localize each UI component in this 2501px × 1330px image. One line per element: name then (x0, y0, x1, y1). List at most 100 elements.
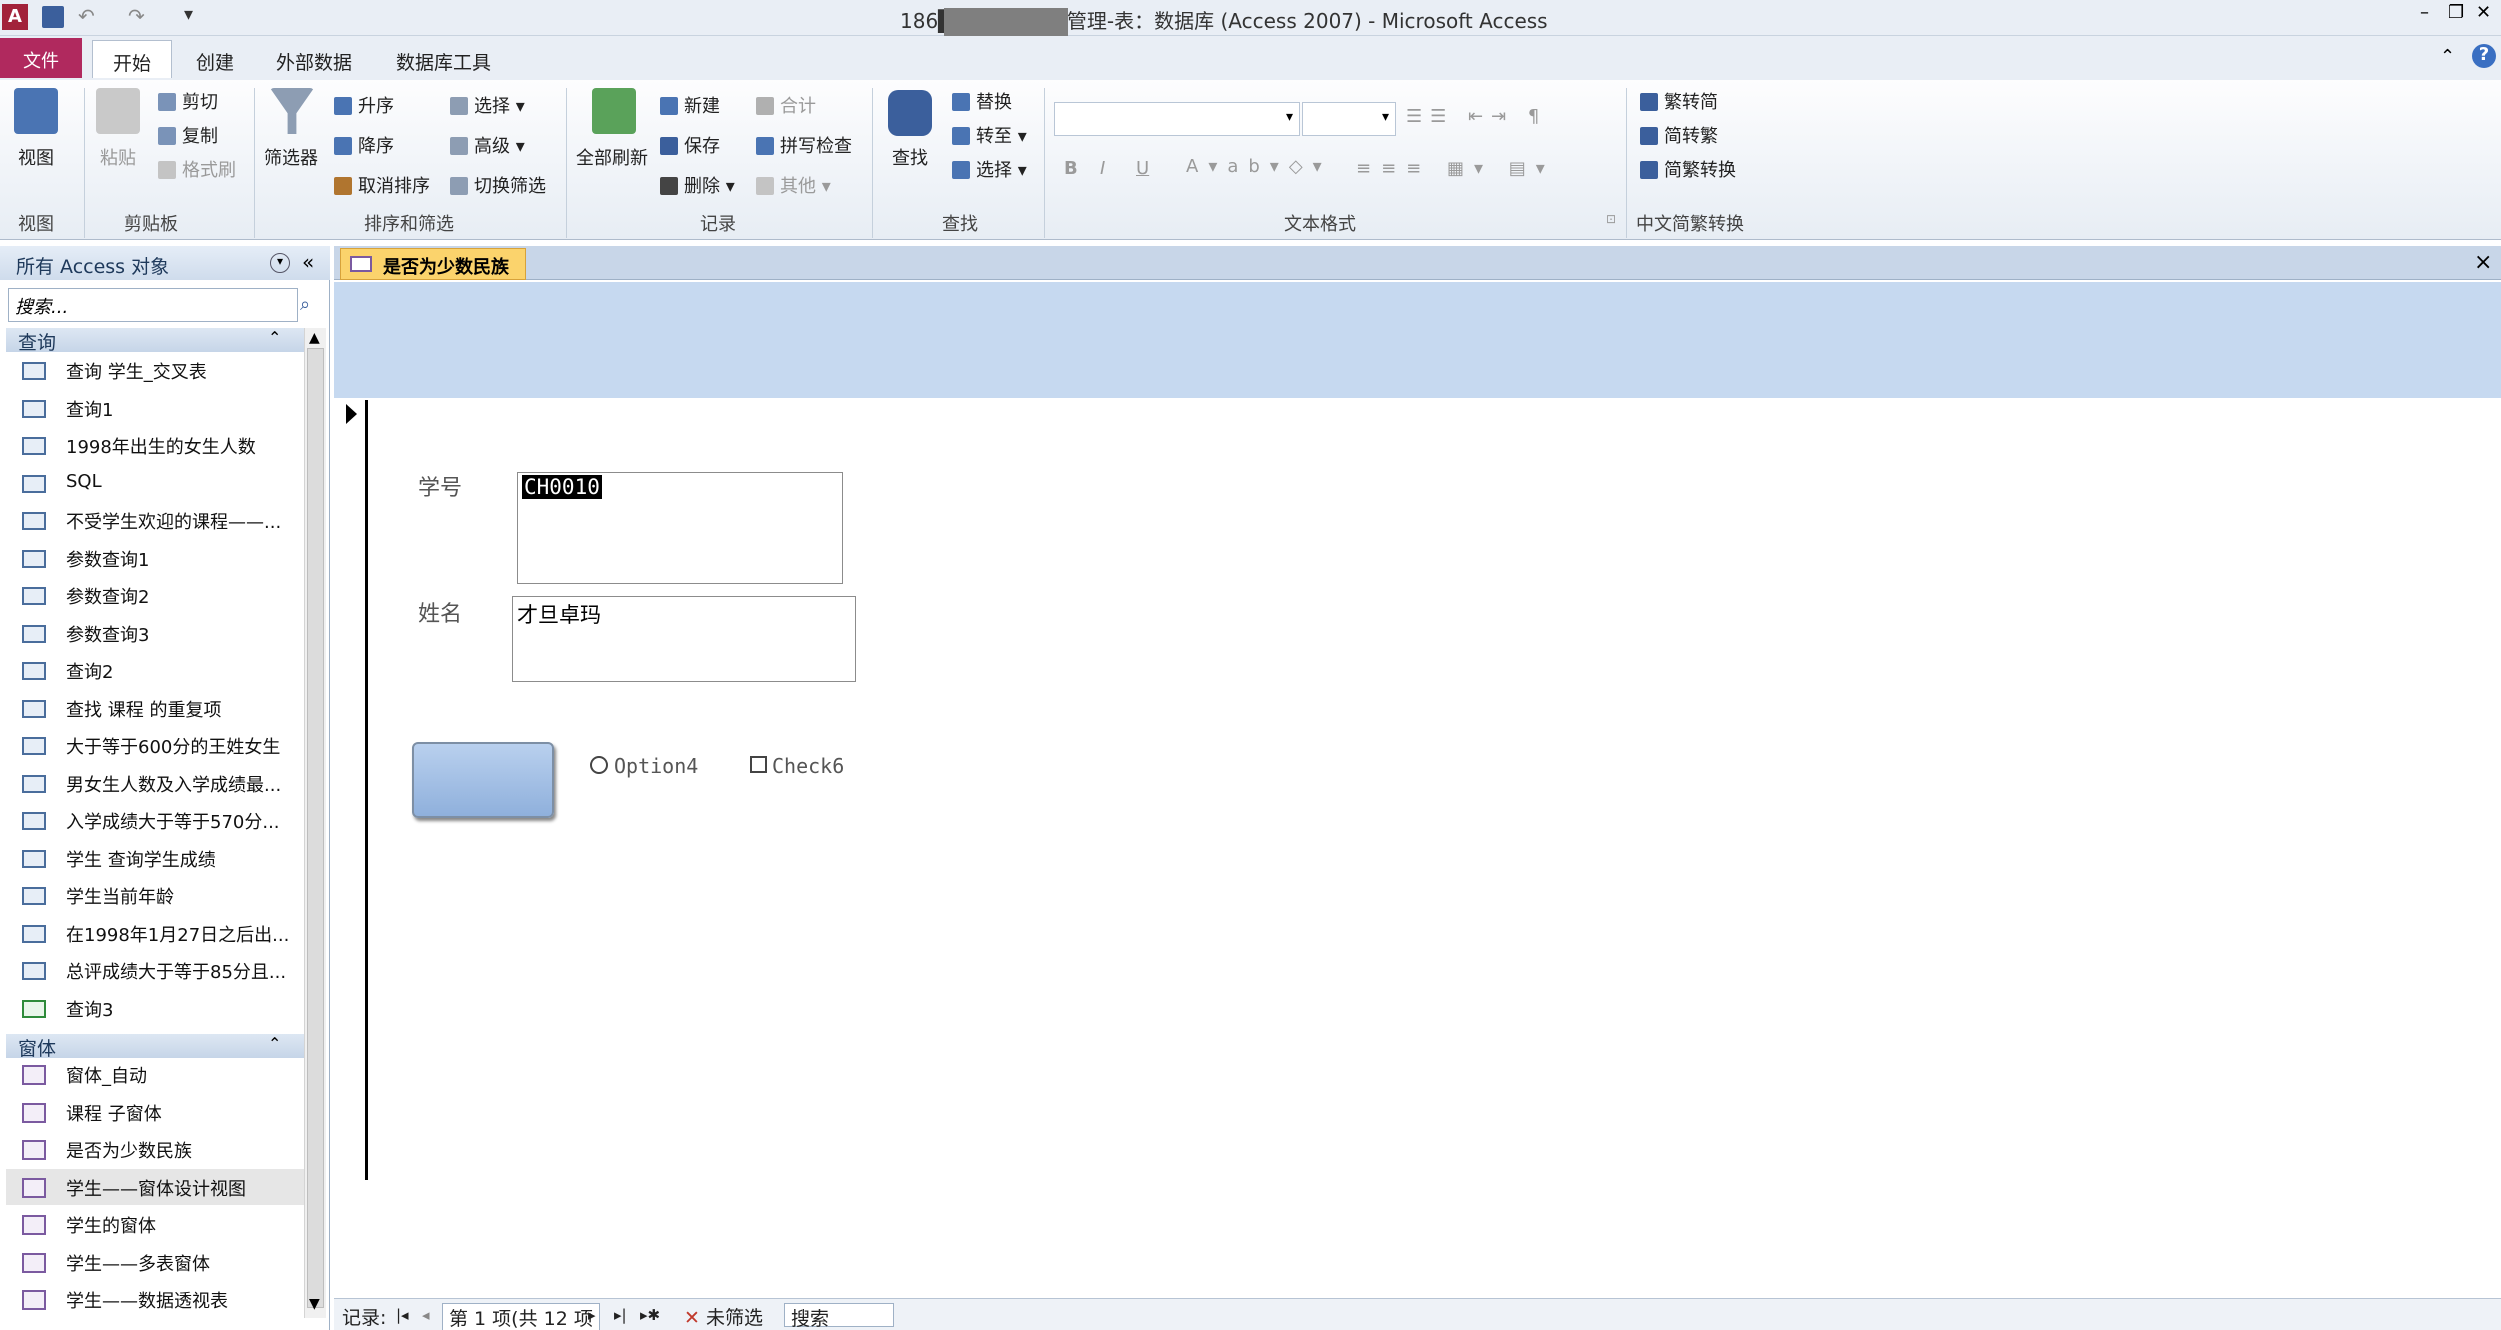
align-buttons[interactable]: ≡≡≡ ▦▾ ▤▾ (1356, 158, 1555, 179)
query-item[interactable]: 学生当前年龄 (6, 877, 304, 913)
sort-descending-button[interactable]: 降序 (334, 132, 394, 158)
tab-file[interactable]: 文件 (0, 38, 82, 78)
access-logo-icon[interactable]: A (2, 4, 28, 30)
form-item[interactable]: 课程 子窗体 (6, 1094, 304, 1130)
paste-icon[interactable] (96, 88, 140, 134)
scroll-up-icon[interactable]: ▲ (309, 330, 320, 346)
current-record-field[interactable]: 第 1 项(共 12 项 (442, 1303, 600, 1330)
s2t-button[interactable]: 简转繁 (1640, 122, 1718, 148)
record-selector[interactable] (334, 400, 368, 1180)
close-button[interactable]: ✕ (2476, 2, 2491, 23)
student-id-field[interactable]: CH0010 (517, 472, 843, 584)
totals-button[interactable]: 合计 (756, 92, 816, 118)
form-item[interactable]: 学生的窗体 (6, 1206, 304, 1242)
query-item[interactable]: 查询1 (6, 390, 304, 426)
query-item[interactable]: 查询2 (6, 652, 304, 688)
query-item[interactable]: 男女生人数及入学成绩最... (6, 765, 304, 801)
nav-scrollbar[interactable]: ▲ ▼ (304, 328, 326, 1318)
nav-pane-header[interactable]: 所有 Access 对象 ▾ « (0, 246, 330, 280)
tab-home[interactable]: 开始 (92, 40, 173, 78)
next-record-icon[interactable]: ▸ (588, 1306, 596, 1324)
underline-button[interactable]: U (1136, 158, 1149, 179)
filter-button[interactable]: 筛选器 (264, 144, 318, 170)
collapse-pane-icon[interactable]: « (302, 250, 314, 274)
select-button[interactable]: 选择 ▾ (952, 156, 1027, 182)
new-record-nav-icon[interactable]: ▸✱ (640, 1306, 660, 1324)
font-family-select[interactable]: ▾ (1054, 102, 1300, 136)
find-button[interactable]: 查找 (892, 144, 928, 170)
check-box[interactable] (750, 756, 767, 773)
student-id-value[interactable]: CH0010 (522, 475, 602, 499)
query-item[interactable]: 入学成绩大于等于570分... (6, 802, 304, 838)
query-item[interactable]: 大于等于600分的王姓女生 (6, 727, 304, 763)
copy-button[interactable]: 复制 (158, 122, 218, 148)
filter-icon[interactable] (270, 88, 314, 134)
nav-menu-icon[interactable]: ▾ (270, 253, 290, 273)
more-button[interactable]: 其他 ▾ (756, 172, 831, 198)
tab-external-data[interactable]: 外部数据 (256, 40, 372, 78)
query-item[interactable]: 1998年出生的女生人数 (6, 427, 304, 463)
query-item[interactable]: 学生 查询学生成绩 (6, 840, 304, 876)
list-buttons[interactable]: ☰☰ ⇤⇥ ¶ (1406, 106, 1547, 127)
delete-record-button[interactable]: 删除 ▾ (660, 172, 735, 198)
t2s-button[interactable]: 繁转简 (1640, 88, 1718, 114)
customize-icon[interactable]: ▾ (184, 4, 193, 25)
minimize-ribbon-icon[interactable]: ⌃ (2440, 46, 2455, 67)
save-record-button[interactable]: 保存 (660, 132, 720, 158)
advanced-filter-button[interactable]: 高级 ▾ (450, 132, 525, 158)
tab-database-tools[interactable]: 数据库工具 (376, 40, 511, 78)
first-record-icon[interactable]: |◂ (396, 1306, 409, 1324)
search-icon[interactable]: ⌕ (300, 294, 310, 315)
command-button[interactable] (412, 742, 554, 818)
font-size-select[interactable]: ▾ (1302, 102, 1396, 136)
query-item[interactable]: 在1998年1月27日之后出... (6, 915, 304, 951)
conversion-button[interactable]: 简繁转换 (1640, 156, 1736, 182)
query-item[interactable]: 不受学生欢迎的课程——... (6, 502, 304, 538)
form-item[interactable]: 学生——多表窗体 (6, 1244, 304, 1280)
query-item[interactable]: 参数查询2 (6, 577, 304, 613)
scroll-thumb[interactable] (307, 348, 324, 1308)
bold-button[interactable]: B (1064, 158, 1078, 179)
query-item[interactable]: 查找 课程 的重复项 (6, 690, 304, 726)
query-item[interactable]: 查询3 (6, 990, 304, 1026)
query-item[interactable]: 总评成绩大于等于85分且... (6, 952, 304, 988)
filter-status[interactable]: ✕ 未筛选 (684, 1303, 763, 1330)
spelling-button[interactable]: 拼写检查 (756, 132, 852, 158)
close-document-button[interactable]: × (2474, 250, 2492, 275)
goto-button[interactable]: 转至 ▾ (952, 122, 1027, 148)
redo-icon[interactable]: ↷ (128, 4, 145, 28)
form-item[interactable]: 学生——数据透视表 (6, 1281, 304, 1317)
form-item[interactable]: 窗体_自动 (6, 1056, 304, 1092)
save-icon[interactable] (42, 6, 64, 28)
record-search-input[interactable]: 搜索 (784, 1303, 894, 1330)
font-color-buttons[interactable]: A▾ab▾◇▾ (1186, 156, 1332, 177)
nav-section-queries[interactable]: 查询 (6, 328, 304, 354)
dialog-launcher-icon[interactable]: ⊡ (1606, 212, 1616, 226)
previous-record-icon[interactable]: ◂ (422, 1306, 430, 1324)
section-collapse-icon[interactable]: ⌃ (268, 1034, 281, 1053)
form-item[interactable]: 学生——窗体设计视图 (6, 1168, 304, 1205)
nav-section-forms[interactable]: 窗体 (6, 1034, 304, 1060)
format-painter-button[interactable]: 格式刷 (158, 156, 236, 182)
toggle-filter-button[interactable]: 切换筛选 (450, 172, 546, 198)
view-button[interactable]: 视图 (18, 144, 54, 170)
query-item[interactable]: SQL (6, 465, 304, 501)
nav-pane-title[interactable]: 所有 Access 对象 (16, 252, 169, 279)
refresh-all-icon[interactable] (592, 88, 636, 134)
query-item[interactable]: 查询 学生_交叉表 (6, 352, 304, 388)
remove-sort-button[interactable]: 取消排序 (334, 172, 430, 198)
tab-create[interactable]: 创建 (176, 40, 254, 78)
sort-ascending-button[interactable]: 升序 (334, 92, 394, 118)
selection-filter-button[interactable]: 选择 ▾ (450, 92, 525, 118)
nav-search-input[interactable]: 搜索... (8, 288, 298, 322)
replace-button[interactable]: 替换 (952, 88, 1012, 114)
help-icon[interactable]: ? (2472, 44, 2496, 68)
refresh-all-button[interactable]: 全部刷新 (576, 144, 648, 170)
binoculars-icon[interactable] (888, 90, 932, 136)
cut-button[interactable]: 剪切 (158, 88, 218, 114)
option-radio[interactable] (590, 756, 608, 774)
form-item[interactable]: 是否为少数民族 (6, 1131, 304, 1167)
scroll-down-icon[interactable]: ▼ (309, 1296, 320, 1312)
last-record-icon[interactable]: ▸| (614, 1306, 627, 1324)
minimize-button[interactable]: – (2420, 2, 2429, 23)
